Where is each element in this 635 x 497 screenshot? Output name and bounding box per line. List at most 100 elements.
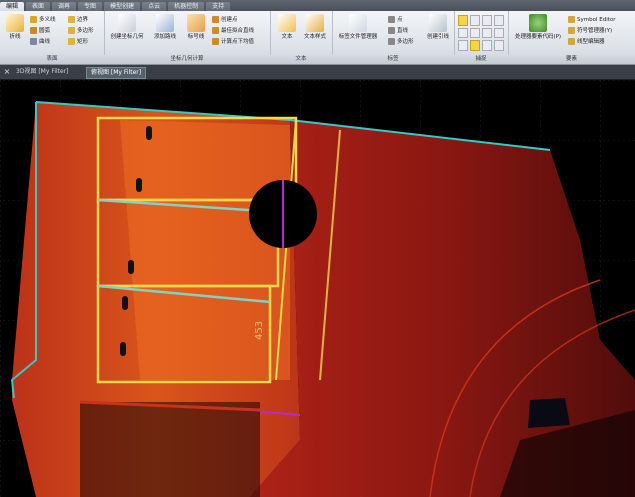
point-mean-label: 计算点下均值 (221, 39, 255, 45)
tab-point-cloud[interactable]: 点云 (142, 2, 167, 11)
group-snap: 捕捉 (454, 11, 509, 64)
label-file-manager-button[interactable]: 标签文件管理器 (336, 14, 380, 41)
label-polygon-button[interactable]: 多边形 (388, 37, 414, 47)
create-leader-button[interactable]: 创建引线 (424, 14, 452, 41)
rectangle-button[interactable]: 矩形 (68, 37, 88, 47)
label-point-button[interactable]: 点 (388, 15, 403, 25)
text-label: 文本 (281, 34, 293, 40)
tab-topic[interactable]: 专图 (78, 2, 103, 11)
dimension-label: 453 (254, 321, 265, 340)
view-tab-strip: × 3D视图 [My Filter] 俯视图 [My Filter] (0, 65, 635, 80)
symbol-manager-icon (568, 27, 575, 34)
add-route-button[interactable]: 添加路线 (150, 14, 180, 41)
label-point-label: 点 (397, 17, 403, 23)
best-fit-line-button[interactable]: 最佳拟合直线 (212, 26, 254, 36)
tab-surface[interactable]: 表面 (26, 2, 51, 11)
label-manager-icon (349, 14, 367, 32)
group-text: 文本 文本样式 文本 (270, 11, 333, 64)
snap-perpendicular-icon[interactable] (494, 15, 504, 26)
snap-grid (458, 15, 504, 51)
door-1 (146, 126, 152, 140)
label-line-label: 直线 (397, 28, 409, 34)
create-point-label: 创建点 (221, 17, 238, 23)
boundary-button[interactable]: 边界 (68, 15, 88, 25)
polyline-label: 折线 (9, 34, 21, 40)
linetype-editor-button[interactable]: 线型编辑器 (568, 37, 605, 47)
dark-object (528, 398, 570, 428)
group-title-text: 文本 (270, 55, 332, 64)
label-line-button[interactable]: 直线 (388, 26, 408, 36)
mean-icon (212, 38, 219, 45)
feature-code-label: 处理器要素代码(P) (514, 34, 562, 40)
cogo-icon (118, 14, 136, 32)
symbol-editor-icon (568, 16, 575, 23)
app-window: 编辑 表面 调再 专图 模型创建 点云 机器控制 支持 折线 多义线 圆弧 曲线… (0, 0, 635, 497)
point-icon (212, 16, 219, 23)
mark-line-button[interactable]: 标号线 (184, 14, 208, 41)
view-tab-3d[interactable]: 3D视图 [My Filter] (12, 67, 73, 77)
process-feature-code-button[interactable]: 处理器要素代码(P) (512, 14, 564, 41)
text-style-icon (306, 14, 324, 32)
tab-support[interactable]: 支持 (206, 2, 231, 11)
text-icon (278, 14, 296, 32)
multiline-icon (30, 16, 37, 23)
label-line-icon (388, 27, 395, 34)
label-polygon-label: 多边形 (397, 39, 414, 45)
curve-icon (30, 38, 37, 45)
feature-code-icon (529, 14, 547, 32)
snap-tangent-icon[interactable] (482, 27, 492, 39)
curve-label: 曲线 (39, 39, 51, 45)
polygon-icon (68, 27, 75, 34)
tab-edit[interactable]: 编辑 (0, 2, 25, 11)
close-view-icon[interactable]: × (3, 67, 11, 77)
group-title-coord: 坐标几何计算 (104, 55, 270, 64)
arc-icon (30, 27, 37, 34)
point-mean-button[interactable]: 计算点下均值 (212, 37, 254, 47)
snap-endpoint-icon[interactable] (458, 15, 468, 26)
polygon-label: 多边形 (77, 28, 94, 34)
arc-button[interactable]: 圆弧 (30, 26, 50, 36)
tab-adjust[interactable]: 调再 (52, 2, 77, 11)
label-polygon-icon (388, 38, 395, 45)
point-cloud-viewport[interactable]: 453 (0, 80, 635, 497)
polyline-button[interactable]: 折线 (2, 14, 28, 41)
group-surface: 折线 多义线 圆弧 曲线 边界 多边形 矩形 表面 (0, 11, 105, 64)
door-2 (136, 178, 142, 192)
snap-off-icon[interactable] (494, 40, 504, 51)
create-cogo-button[interactable]: 创建坐标几何 (110, 14, 144, 41)
snap-grid-icon[interactable] (482, 40, 492, 51)
snap-circle-icon[interactable] (470, 40, 480, 51)
text-style-button[interactable]: 文本样式 (302, 14, 328, 41)
snap-node-icon[interactable] (458, 40, 468, 51)
curve-button[interactable]: 曲线 (30, 37, 50, 47)
label-point-icon (388, 16, 395, 23)
ribbon-tab-bar: 编辑 表面 调再 专图 模型创建 点云 机器控制 支持 (0, 0, 635, 11)
multiline-button[interactable]: 多义线 (30, 15, 56, 25)
mark-line-icon (187, 14, 205, 32)
scan-bright-core (120, 120, 290, 380)
view-tab-plan[interactable]: 俯视图 [My Filter] (86, 67, 147, 79)
snap-midpoint-icon[interactable] (482, 15, 492, 26)
route-icon (156, 14, 174, 32)
best-fit-icon (212, 27, 219, 34)
snap-line-icon[interactable] (470, 15, 480, 26)
tab-model-create[interactable]: 模型创建 (104, 2, 141, 11)
snap-nearest-icon[interactable] (470, 27, 480, 39)
polygon-button[interactable]: 多边形 (68, 26, 94, 36)
group-title-snap: 捕捉 (454, 55, 508, 64)
tab-machine-control[interactable]: 机器控制 (168, 2, 205, 11)
symbol-manager-label: 符号管理器(Y) (577, 28, 613, 34)
symbol-manager-button[interactable]: 符号管理器(Y) (568, 26, 612, 36)
text-button[interactable]: 文本 (274, 14, 300, 41)
snap-intersection-icon[interactable] (458, 27, 468, 39)
rectangle-icon (68, 38, 75, 45)
snap-center-icon[interactable] (494, 27, 504, 39)
door-5 (120, 342, 126, 356)
leader-icon (429, 14, 447, 32)
group-features: 处理器要素代码(P) Symbol Editor 符号管理器(Y) 线型编辑器 … (508, 11, 635, 64)
create-point-button[interactable]: 创建点 (212, 15, 238, 25)
symbol-editor-button[interactable]: Symbol Editor (568, 15, 616, 25)
polyline-icon (6, 14, 24, 32)
point-cloud-drawing: 453 (0, 80, 635, 497)
group-title-label: 标签 (332, 55, 454, 64)
